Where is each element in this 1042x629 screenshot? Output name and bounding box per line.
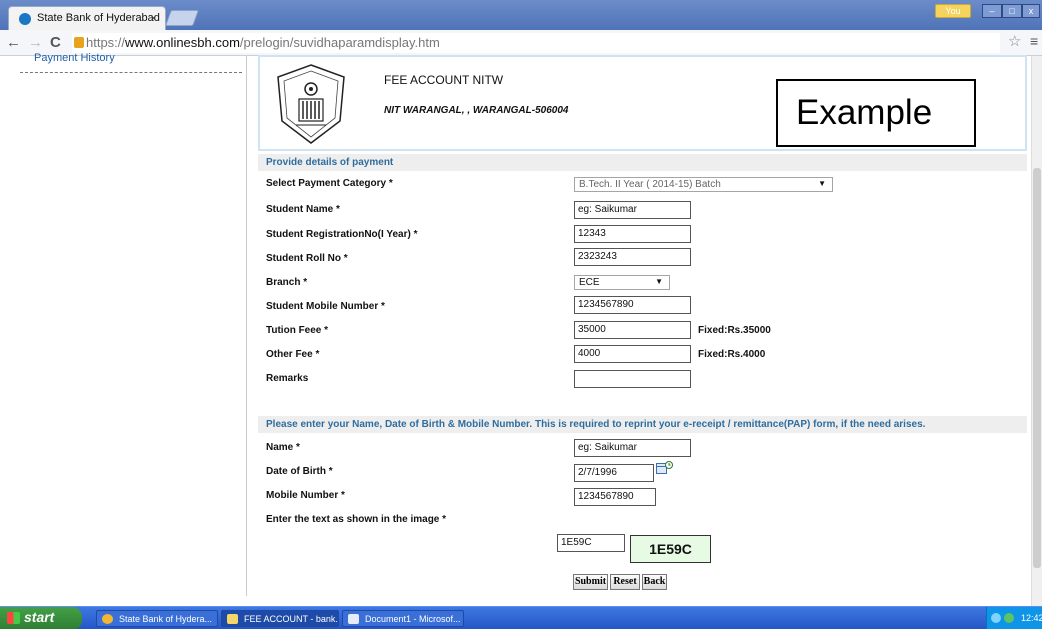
minimize-icon[interactable]: – [982, 4, 1002, 18]
submit-button[interactable]: Submit [573, 574, 608, 590]
lock-icon [74, 37, 84, 48]
other-fee-hint: Fixed:Rs.4000 [698, 349, 766, 360]
folder-icon [227, 614, 238, 624]
taskbar-item-label: FEE ACCOUNT - bank... [244, 614, 339, 624]
reload-icon[interactable]: C [50, 34, 61, 51]
taskbar-item-word[interactable]: Document1 - Microsof... [342, 610, 464, 627]
student-name-label: Student Name * [266, 204, 340, 215]
payment-category-label: Select Payment Category * [266, 178, 393, 189]
new-tab-button[interactable] [165, 10, 199, 26]
profile-button[interactable]: You [935, 4, 971, 18]
dob-input[interactable]: 2/7/1996 [574, 464, 654, 482]
mobile-input[interactable]: 1234567890 [574, 488, 656, 506]
reset-button[interactable]: Reset [610, 574, 640, 590]
menu-icon[interactable]: ≡ [1030, 33, 1038, 49]
roll-number-input[interactable]: 2323243 [574, 248, 691, 266]
payment-category-value: B.Tech. II Year ( 2014-15) Batch [579, 179, 721, 190]
browser-tab[interactable]: State Bank of Hyderabad × [8, 6, 166, 30]
taskbar-item-label: Document1 - Microsof... [365, 614, 461, 624]
example-callout: Example [776, 79, 976, 147]
taskbar-item-browser[interactable]: State Bank of Hydera... [96, 610, 218, 627]
tuition-fee-label: Tution Feee * [266, 325, 329, 336]
tab-title: State Bank of Hyderabad [37, 12, 160, 24]
mobile-label: Mobile Number * [266, 490, 345, 501]
maximize-icon[interactable]: □ [1002, 4, 1022, 18]
other-fee-label: Other Fee * [266, 349, 320, 360]
url-text: https://www.onlinesbh.com/prelogin/suvid… [86, 35, 440, 50]
example-label: Example [796, 93, 933, 132]
dob-label: Date of Birth * [266, 466, 333, 477]
start-button[interactable]: start [0, 607, 82, 629]
branch-value: ECE [579, 277, 600, 288]
back-button[interactable]: Back [642, 574, 667, 590]
close-tab-icon[interactable]: × [150, 11, 157, 25]
sidebar-divider [20, 72, 242, 73]
name-input[interactable]: eg: Saikumar [574, 439, 691, 457]
content-divider [246, 56, 247, 596]
other-fee-input[interactable]: 4000 [574, 345, 691, 363]
system-tray: 12:42 [986, 607, 1042, 629]
captcha-input[interactable]: 1E59C [557, 534, 625, 552]
calendar-icon[interactable] [656, 461, 673, 474]
page-scrollbar[interactable] [1031, 56, 1042, 606]
payment-category-select[interactable]: B.Tech. II Year ( 2014-15) Batch ▼ [574, 177, 833, 192]
branch-label: Branch * [266, 277, 308, 288]
mobile-number-label: Student Mobile Number * [266, 301, 385, 312]
chevron-down-icon: ▼ [818, 179, 826, 188]
branch-select[interactable]: ECE ▼ [574, 275, 670, 290]
captcha-image: 1E59C [630, 535, 711, 563]
payment-details-heading: Provide details of payment [258, 154, 1027, 171]
url-input[interactable]: https://www.onlinesbh.com/prelogin/suvid… [72, 33, 1000, 53]
student-name-input[interactable]: eg: Saikumar [574, 201, 691, 219]
start-label: start [24, 609, 55, 625]
volume-icon[interactable] [1004, 613, 1014, 623]
institute-logo [277, 64, 345, 144]
chrome-icon [102, 614, 113, 624]
reprint-details-heading: Please enter your Name, Date of Birth & … [258, 416, 1027, 433]
student-mobile-input[interactable]: 1234567890 [574, 296, 691, 314]
taskbar-item-label: State Bank of Hydera... [119, 614, 213, 624]
clock: 12:42 [1021, 613, 1042, 623]
sbh-favicon-icon [19, 13, 31, 25]
institute-header: FEE ACCOUNT NITW NIT WARANGAL, , WARANGA… [258, 55, 1027, 151]
star-icon[interactable]: ☆ [1008, 32, 1021, 50]
institute-address: NIT WARANGAL, , WARANGAL-506004 [384, 105, 569, 116]
registration-number-input[interactable]: 12343 [574, 225, 691, 243]
captcha-label: Enter the text as shown in the image * [266, 514, 447, 525]
name-label: Name * [266, 442, 300, 453]
institute-name: FEE ACCOUNT NITW [384, 73, 504, 87]
windows-flag-icon [7, 612, 20, 624]
tuition-fee-input[interactable]: 35000 [574, 321, 691, 339]
windows-taskbar: start State Bank of Hydera... FEE ACCOUN… [0, 606, 1042, 629]
scrollbar-thumb[interactable] [1033, 168, 1041, 568]
tuition-fee-hint: Fixed:Rs.35000 [698, 325, 771, 336]
word-document-icon [348, 614, 359, 624]
address-bar: ← → C https://www.onlinesbh.com/prelogin… [0, 30, 1042, 56]
network-icon[interactable] [991, 613, 1001, 623]
remarks-input[interactable] [574, 370, 691, 388]
roll-number-label: Student Roll No * [266, 253, 348, 264]
payment-history-link[interactable]: Payment History [34, 52, 115, 64]
chevron-down-icon: ▼ [655, 277, 663, 286]
taskbar-item-folder[interactable]: FEE ACCOUNT - bank... [221, 610, 339, 627]
back-arrow-icon[interactable]: ← [6, 34, 21, 51]
forward-arrow-icon[interactable]: → [28, 34, 43, 51]
registration-number-label: Student RegistrationNo(I Year) * [266, 229, 418, 240]
window-close-icon[interactable]: x [1022, 4, 1040, 18]
remarks-label: Remarks [266, 373, 309, 384]
